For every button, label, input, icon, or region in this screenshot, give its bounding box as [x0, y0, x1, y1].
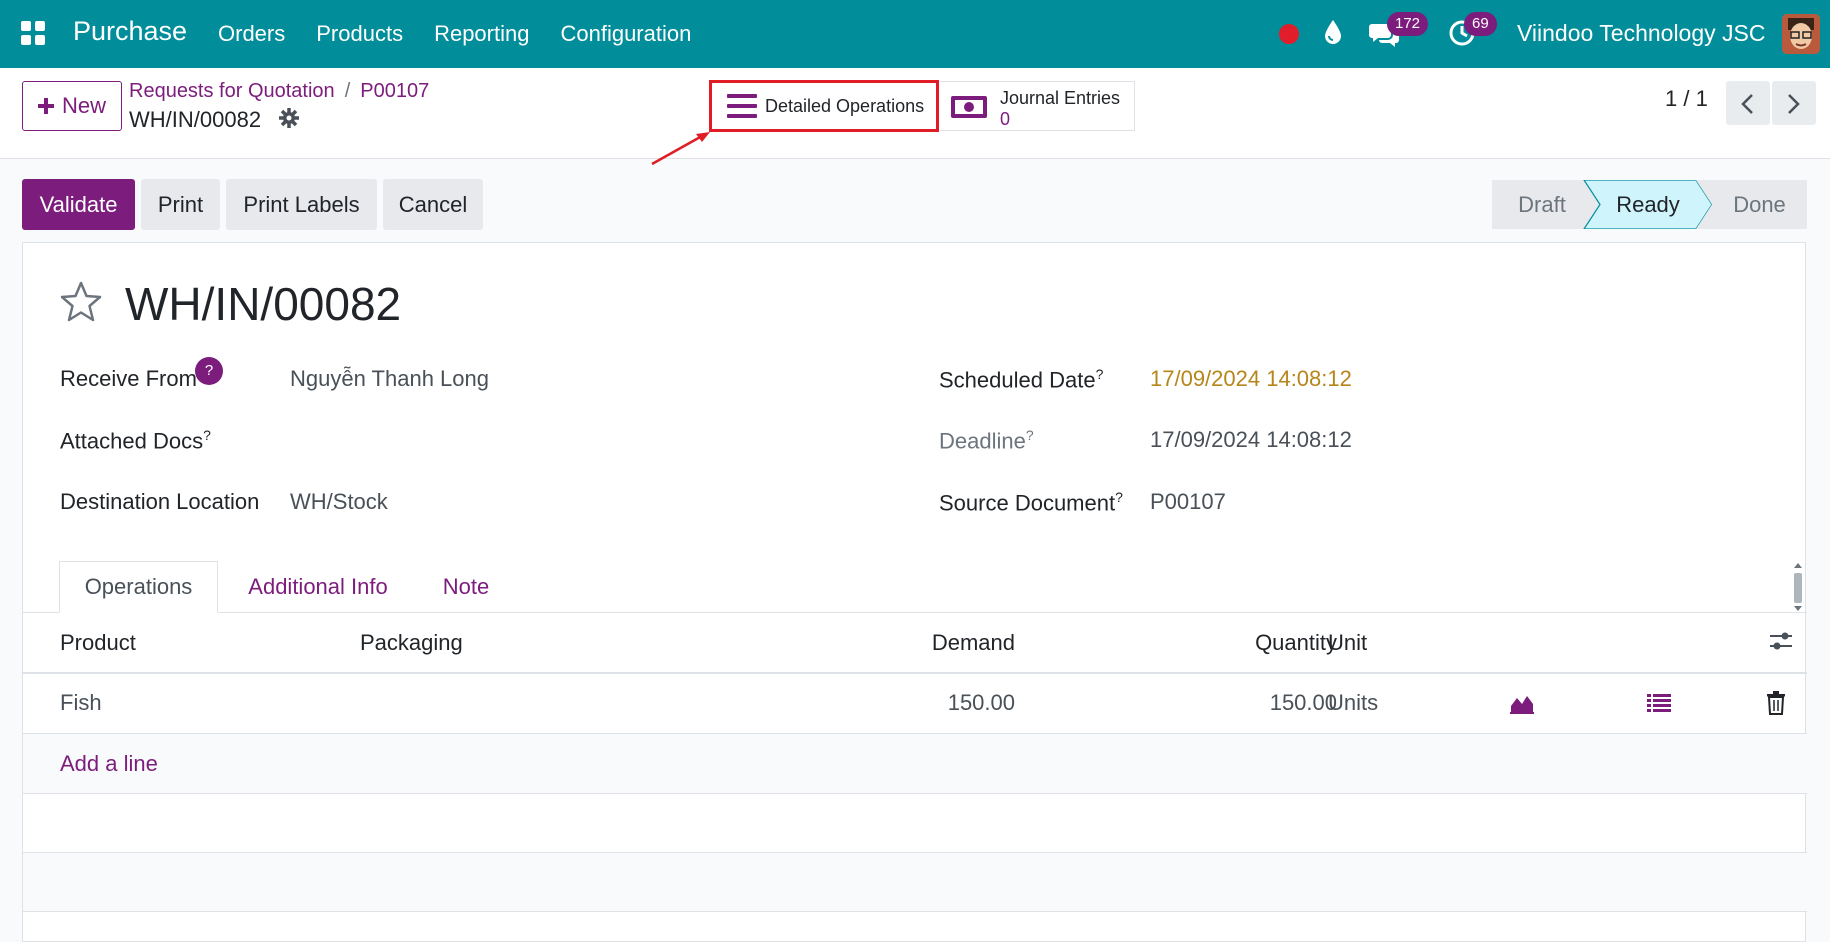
help-mark[interactable]: ? — [1096, 366, 1104, 382]
add-a-line-link[interactable]: Add a line — [60, 751, 158, 777]
journal-entries-count: 0 — [1000, 109, 1011, 129]
notebook-tabs: Operations Additional Info Note — [23, 561, 1807, 613]
source-document-value[interactable]: P00107 — [1150, 489, 1226, 515]
company-switcher[interactable]: Viindoo Technology JSC — [1517, 20, 1766, 47]
water-drop-icon[interactable] — [1323, 18, 1343, 46]
list-bars-icon — [727, 94, 757, 118]
column-unit[interactable]: Unit — [1328, 630, 1367, 656]
column-quantity[interactable]: Quantity — [1255, 630, 1337, 656]
menu-products[interactable]: Products — [316, 21, 403, 47]
chevron-right-icon — [1788, 94, 1800, 114]
tab-operations[interactable]: Operations — [59, 561, 218, 613]
table-row[interactable]: Fish 150.00 150.00 Units — [23, 674, 1807, 734]
attached-docs-label: Attached Docs? — [60, 427, 211, 454]
cancel-button[interactable]: Cancel — [383, 179, 483, 230]
cell-demand[interactable]: 150.00 — [948, 690, 1015, 716]
pager-next-button[interactable] — [1772, 81, 1816, 125]
help-mark[interactable]: ? — [1026, 427, 1034, 443]
column-demand[interactable]: Demand — [932, 630, 1015, 656]
scheduled-date-value[interactable]: 17/09/2024 14:08:12 — [1150, 366, 1352, 392]
column-packaging[interactable]: Packaging — [360, 630, 463, 656]
print-button[interactable]: Print — [141, 179, 220, 230]
current-record-name: WH/IN/00082 — [129, 107, 262, 132]
cell-quantity[interactable]: 150.00 — [1270, 690, 1337, 716]
menu-configuration[interactable]: Configuration — [560, 21, 691, 47]
breadcrumb-po[interactable]: P00107 — [360, 80, 429, 102]
tab-note[interactable]: Note — [421, 561, 511, 612]
scheduled-date-label-text: Scheduled Date — [939, 367, 1096, 393]
scrollbar[interactable] — [1792, 561, 1804, 613]
cell-unit[interactable]: Units — [1328, 690, 1378, 716]
print-labels-button[interactable]: Print Labels — [226, 179, 377, 230]
help-mark[interactable]: ? — [1115, 489, 1123, 505]
menu-reporting[interactable]: Reporting — [434, 21, 529, 47]
user-avatar[interactable] — [1782, 14, 1820, 54]
tab-additional-info[interactable]: Additional Info — [238, 561, 398, 612]
deadline-value[interactable]: 17/09/2024 14:08:12 — [1150, 427, 1352, 453]
breadcrumb-rfq[interactable]: Requests for Quotation — [129, 80, 335, 102]
stage-draft[interactable]: Draft — [1492, 180, 1592, 229]
journal-entries-label: Journal Entries — [1000, 88, 1121, 108]
column-product[interactable]: Product — [60, 630, 136, 656]
form-sheet: WH/IN/00082 Receive From ? Nguyễn Thanh … — [22, 242, 1807, 942]
deadline-label: Deadline? — [939, 427, 1034, 454]
attached-docs-label-text: Attached Docs — [60, 428, 204, 454]
new-button-label: New — [61, 93, 106, 118]
source-document-label-text: Source Document — [939, 490, 1116, 516]
scheduled-date-label: Scheduled Date? — [939, 366, 1103, 393]
money-bill-icon — [951, 96, 987, 118]
operations-table-header: Product Packaging Demand Quantity Unit — [23, 612, 1807, 674]
top-navbar: Purchase Orders Products Reporting Confi… — [0, 0, 1830, 68]
column-settings-icon[interactable] — [1769, 630, 1793, 652]
validate-button[interactable]: Validate — [22, 179, 135, 230]
apps-grid-icon[interactable] — [21, 21, 45, 45]
pager-value[interactable]: 1 / 1 — [1665, 86, 1708, 112]
empty-row — [23, 853, 1807, 912]
control-panel: New Requests for Quotation / P00107 WH/IN/… — [0, 68, 1830, 159]
plus-icon — [37, 98, 54, 114]
source-document-label: Source Document? — [939, 489, 1123, 516]
detailed-operations-label: Detailed Operations — [765, 95, 925, 116]
activities-count-badge: 69 — [1464, 12, 1497, 36]
help-mark[interactable]: ? — [203, 427, 211, 443]
details-list-icon[interactable] — [1647, 693, 1671, 713]
record-title: WH/IN/00082 — [125, 278, 402, 330]
menu-orders[interactable]: Orders — [218, 21, 285, 47]
star-icon[interactable] — [59, 281, 103, 323]
messages-count-badge: 172 — [1387, 12, 1429, 36]
annotation-arrow — [651, 132, 710, 166]
empty-row — [23, 794, 1807, 853]
app-name[interactable]: Purchase — [73, 16, 187, 47]
stage-ready[interactable]: Ready — [1600, 180, 1696, 229]
deadline-label-text: Deadline — [939, 428, 1026, 454]
stage-done[interactable]: Done — [1712, 180, 1807, 229]
receive-from-label: Receive From — [60, 366, 197, 391]
recording-dot-icon[interactable] — [1279, 24, 1299, 44]
forecast-chart-icon[interactable] — [1509, 692, 1535, 714]
add-line-row: Add a line — [23, 734, 1807, 794]
breadcrumb-separator: / — [344, 80, 351, 102]
receive-from-help-badge[interactable]: ? — [195, 357, 223, 385]
gear-icon[interactable] — [279, 108, 299, 128]
new-button[interactable]: New — [22, 81, 122, 131]
breadcrumb: Requests for Quotation / P00107 — [129, 80, 429, 103]
main-menu: Orders Products Reporting Configuration — [218, 21, 722, 47]
receive-from-value[interactable]: Nguyễn Thanh Long — [290, 366, 489, 392]
chevron-left-icon — [1741, 94, 1753, 114]
destination-location-value[interactable]: WH/Stock — [290, 489, 388, 515]
destination-location-label: Destination Location — [60, 489, 260, 514]
trash-icon[interactable] — [1766, 691, 1786, 715]
pager-previous-button[interactable] — [1726, 81, 1770, 125]
journal-entries-button[interactable]: Journal Entries 0 — [940, 81, 1135, 131]
detailed-operations-button[interactable]: Detailed Operations — [709, 80, 939, 132]
cell-product[interactable]: Fish — [60, 690, 102, 716]
